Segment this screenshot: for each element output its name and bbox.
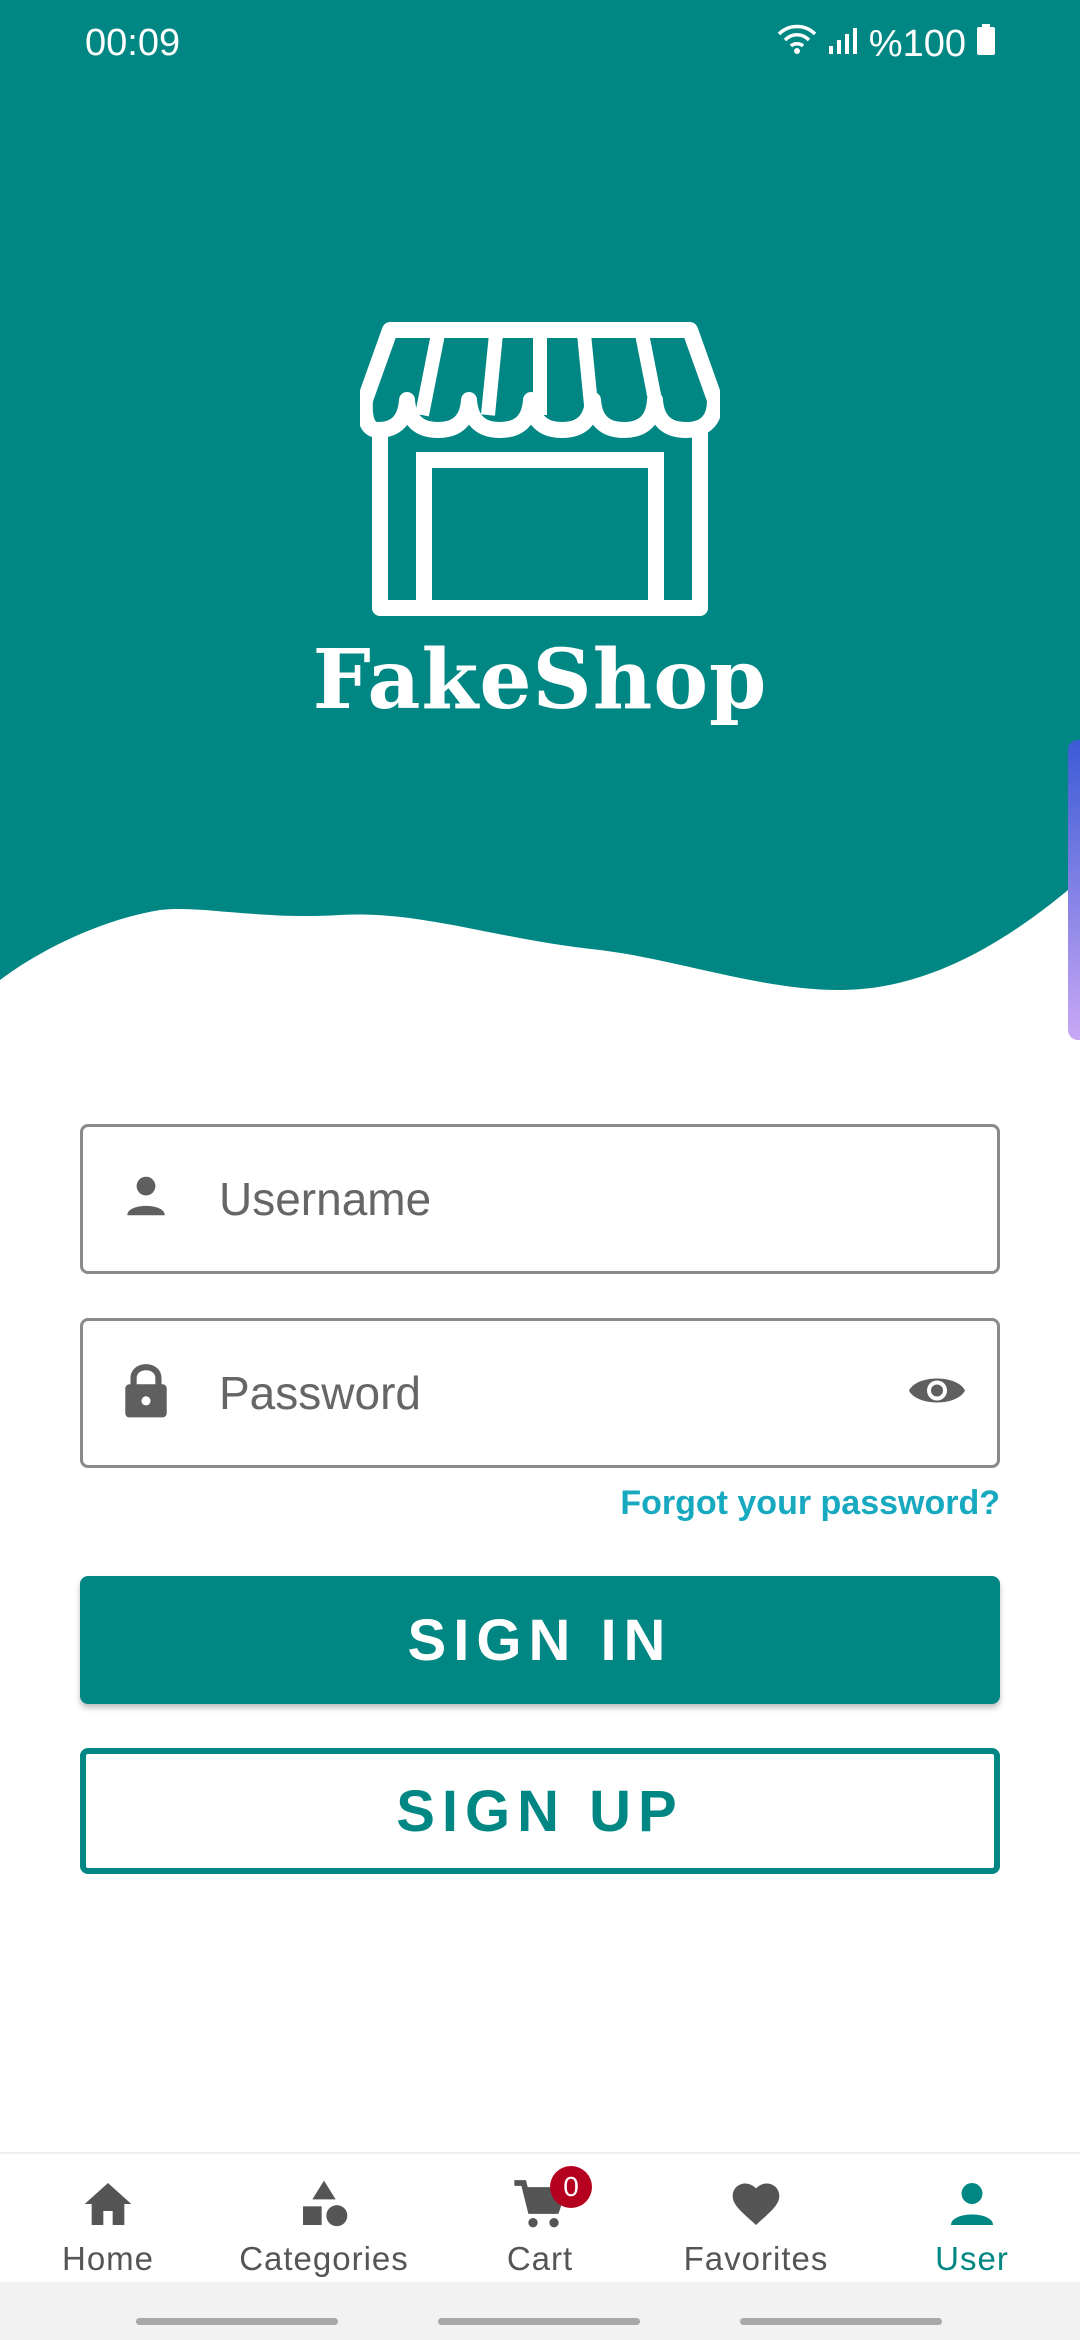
nav-item-favorites[interactable]: Favorites bbox=[648, 2154, 864, 2284]
storefront-icon bbox=[356, 320, 723, 620]
battery-percent: %100 bbox=[868, 22, 966, 65]
wifi-icon bbox=[777, 22, 817, 66]
categories-icon bbox=[296, 2176, 352, 2236]
heart-icon bbox=[728, 2176, 784, 2236]
bottom-navigation: Home Categories 0 Cart Favorites User bbox=[0, 2152, 1080, 2282]
cart-icon: 0 bbox=[512, 2166, 592, 2236]
back-gesture-pill[interactable] bbox=[740, 2318, 942, 2325]
nav-item-home[interactable]: Home bbox=[0, 2154, 216, 2284]
person-icon bbox=[121, 1172, 171, 1227]
status-time: 00:09 bbox=[85, 22, 181, 64]
password-placeholder: Password bbox=[219, 1367, 421, 1419]
sign-in-button[interactable]: SIGN IN bbox=[80, 1576, 1000, 1704]
system-navigation-bar bbox=[0, 2282, 1080, 2340]
sign-up-button[interactable]: SIGN UP bbox=[80, 1748, 1000, 1874]
home-icon bbox=[80, 2176, 136, 2236]
password-field[interactable]: Password bbox=[80, 1318, 1000, 1468]
nav-label-cart: Cart bbox=[506, 2240, 574, 2277]
nav-item-categories[interactable]: Categories bbox=[216, 2154, 432, 2284]
nav-label-categories: Categories bbox=[239, 2240, 409, 2277]
nav-item-cart[interactable]: 0 Cart bbox=[432, 2154, 648, 2284]
edge-panel-handle[interactable] bbox=[1068, 740, 1080, 1040]
battery-icon bbox=[976, 23, 996, 66]
brand-title: FakeShop bbox=[312, 632, 768, 728]
nav-label-home: Home bbox=[61, 2240, 155, 2277]
cart-badge: 0 bbox=[550, 2166, 592, 2208]
nav-item-user[interactable]: User bbox=[864, 2154, 1080, 2284]
eye-icon[interactable] bbox=[907, 1371, 967, 1416]
home-gesture-pill[interactable] bbox=[438, 2318, 640, 2325]
username-field[interactable]: Username bbox=[80, 1124, 1000, 1274]
forgot-password-link[interactable]: Forgot your password? bbox=[620, 1484, 1000, 1523]
username-placeholder: Username bbox=[219, 1173, 432, 1225]
lock-icon bbox=[121, 1362, 171, 1425]
recents-gesture-pill[interactable] bbox=[136, 2318, 338, 2325]
signal-icon bbox=[827, 23, 859, 66]
user-icon bbox=[944, 2176, 1000, 2236]
nav-label-favorites: Favorites bbox=[683, 2240, 829, 2277]
nav-label-user: User bbox=[935, 2240, 1009, 2277]
status-icons: %100 bbox=[777, 22, 996, 66]
status-bar: 00:09 %100 bbox=[0, 0, 1080, 86]
